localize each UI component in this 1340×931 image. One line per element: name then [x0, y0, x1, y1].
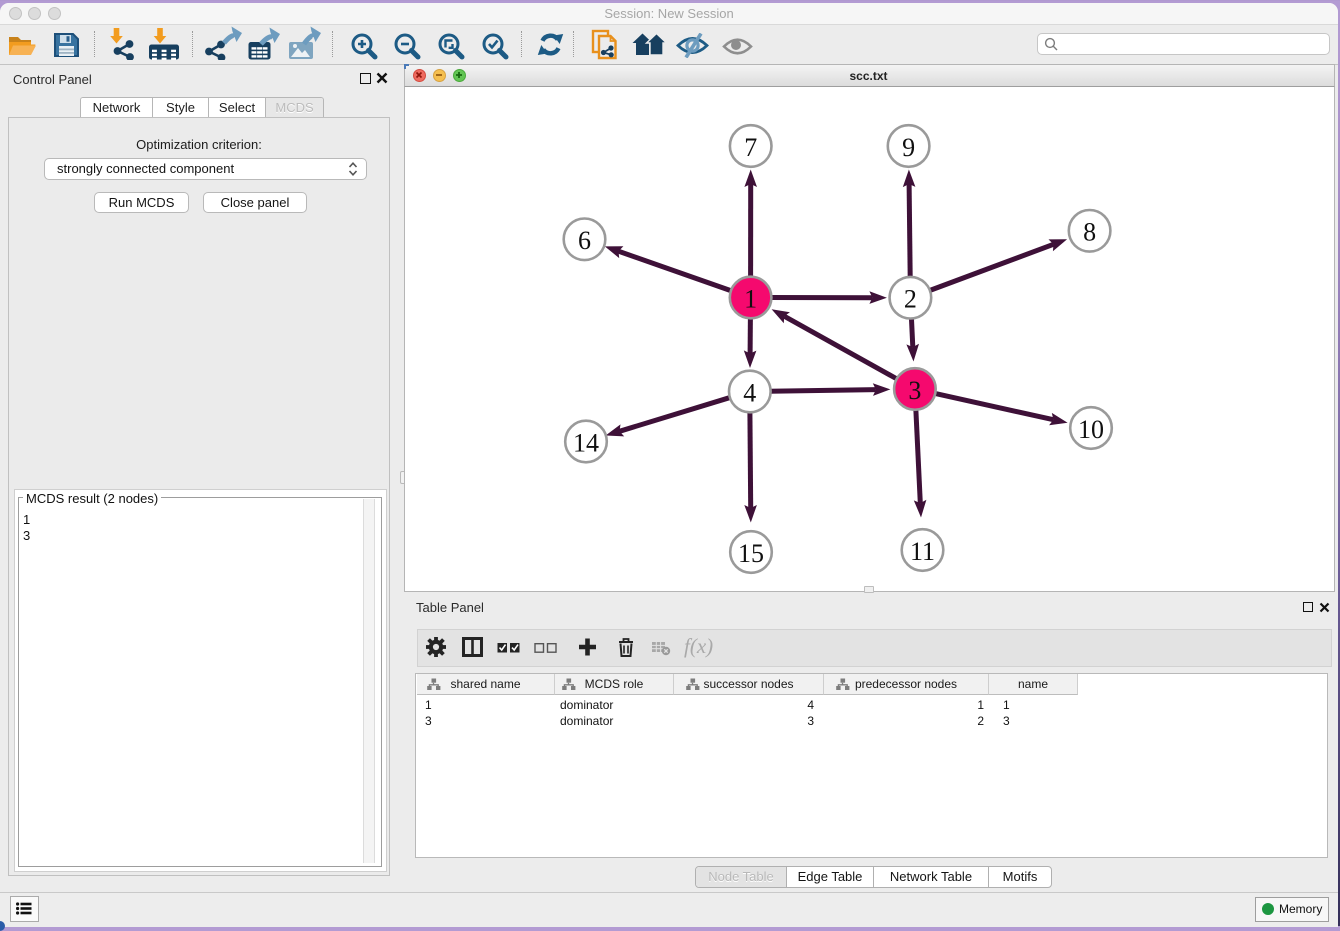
svg-text:11: 11 — [910, 537, 935, 566]
svg-text:2: 2 — [904, 285, 917, 314]
svg-text:3: 3 — [908, 376, 921, 405]
svg-text:8: 8 — [1083, 218, 1096, 247]
svg-text:9: 9 — [902, 133, 915, 162]
svg-text:10: 10 — [1078, 415, 1104, 444]
svg-text:6: 6 — [578, 226, 591, 255]
svg-text:7: 7 — [744, 133, 757, 162]
svg-text:15: 15 — [738, 539, 764, 568]
svg-text:4: 4 — [743, 378, 756, 407]
svg-text:14: 14 — [573, 428, 599, 457]
svg-text:1: 1 — [744, 284, 757, 313]
